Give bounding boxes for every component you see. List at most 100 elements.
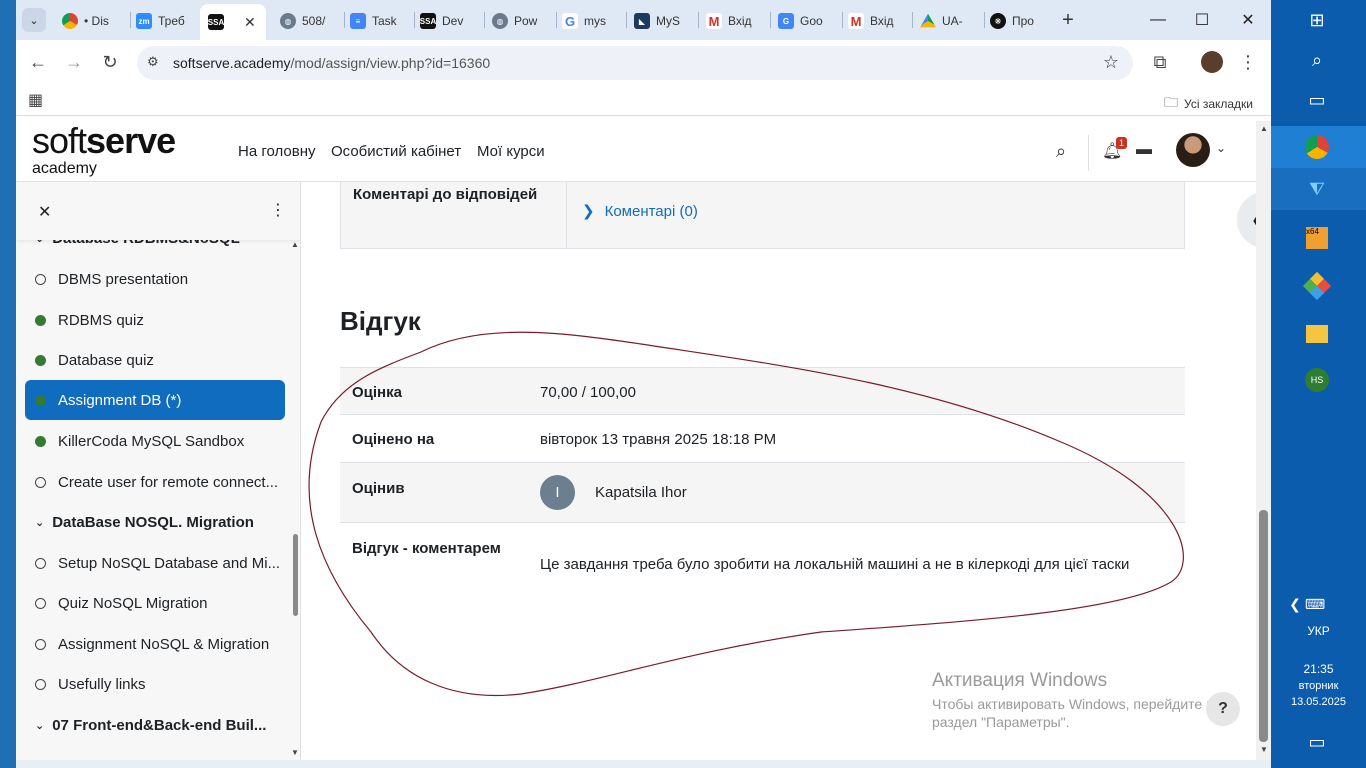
apps-grid-icon[interactable]: ▦ bbox=[28, 90, 43, 110]
complete-dot-icon bbox=[35, 394, 46, 406]
menu-icon[interactable]: ⋮ bbox=[1234, 48, 1262, 76]
tab-search-icon[interactable]: ⌄ bbox=[22, 8, 46, 32]
ssa-icon: SSA bbox=[208, 14, 224, 30]
feedback-comment-value: Це завдання треба було зробити на локаль… bbox=[540, 556, 1130, 573]
tab-14[interactable]: ❋ Про bbox=[990, 8, 1052, 34]
drawer-header: ✕ ⋮ bbox=[16, 182, 300, 240]
chevron-right-icon: ❯ bbox=[582, 203, 595, 220]
nav-dashboard[interactable]: Особистий кабінет bbox=[331, 143, 461, 160]
drawer-options-icon[interactable]: ⋮ bbox=[270, 200, 286, 220]
feedback-comment-row: Відгук - коментарем Це завдання треба бу… bbox=[340, 522, 1185, 582]
submission-comments-row: Коментарі до відповідей ❯ Коментарі (0) bbox=[340, 182, 1185, 249]
app-x64-icon[interactable]: x64 bbox=[1299, 222, 1335, 254]
graded-by-row: Оцінив I Kapatsila Ihor bbox=[340, 462, 1185, 523]
section-frontend-backend[interactable]: ⌄ 07 Front-end&Back-end Buil... bbox=[35, 717, 266, 734]
tab-2[interactable]: zm Треб bbox=[136, 8, 202, 34]
comments-link[interactable]: ❯ Коментарі (0) bbox=[582, 202, 698, 221]
grader-avatar[interactable]: I bbox=[540, 475, 575, 510]
gmail-icon: M bbox=[706, 13, 722, 29]
bookmark-star-icon[interactable]: ☆ bbox=[1103, 52, 1119, 73]
clock-date: 13.05.2025 bbox=[1290, 696, 1347, 708]
drawer-scroll-down-icon[interactable]: ▼ bbox=[291, 748, 299, 757]
chrome-icon bbox=[62, 13, 78, 29]
incomplete-dot-icon bbox=[35, 476, 46, 488]
tab-10[interactable]: M Вхід bbox=[706, 8, 768, 34]
activity-quiz-nosql[interactable]: Quiz NoSQL Migration bbox=[25, 583, 285, 623]
tab-7[interactable]: ◍ Pow bbox=[492, 8, 554, 34]
zoom-icon: zm bbox=[136, 13, 152, 29]
incomplete-dot-icon bbox=[35, 557, 46, 569]
user-avatar[interactable] bbox=[1176, 133, 1210, 167]
close-window-button[interactable]: ✕ bbox=[1228, 6, 1268, 34]
bookmarks-bar: ▦ 🗀 Усі закладки bbox=[16, 84, 1271, 116]
incomplete-dot-icon bbox=[35, 273, 46, 285]
minimize-button[interactable]: — bbox=[1138, 6, 1178, 34]
tab-active[interactable]: SSA ✕ bbox=[200, 4, 266, 40]
tab-8[interactable]: G mys bbox=[562, 8, 624, 34]
tab-12[interactable]: M Вхід bbox=[848, 8, 910, 34]
messages-icon[interactable]: ▬ bbox=[1136, 141, 1152, 159]
nav-my-courses[interactable]: Мої курси bbox=[477, 143, 545, 160]
google-icon: G bbox=[562, 13, 578, 29]
page-scrollbar-thumb[interactable] bbox=[1259, 510, 1268, 742]
tab-13[interactable]: UA- bbox=[920, 8, 982, 34]
drawer-scroll-up-icon[interactable]: ▲ bbox=[291, 240, 299, 249]
new-tab-button[interactable]: + bbox=[1056, 8, 1080, 32]
search-icon[interactable]: ⌕ bbox=[1056, 141, 1066, 162]
activity-database-quiz[interactable]: Database quiz bbox=[25, 340, 285, 380]
language-indicator[interactable]: УКР bbox=[1271, 624, 1366, 638]
tab-5[interactable]: ≡ Task bbox=[350, 8, 412, 34]
tab-4[interactable]: ◍ 508/ bbox=[280, 8, 342, 34]
address-bar[interactable]: ⚙ softserve.academy/mod/assign/view.php?… bbox=[137, 46, 1133, 80]
forward-button[interactable]: → bbox=[60, 48, 88, 76]
clock-time[interactable]: 21:35 bbox=[1271, 662, 1366, 676]
nav-home[interactable]: На головну bbox=[238, 143, 316, 160]
activity-assignment-db[interactable]: Assignment DB (*) bbox=[25, 380, 285, 420]
notification-center-icon[interactable]: ▭ bbox=[1299, 726, 1335, 758]
activity-usefully-links[interactable]: Usefully links bbox=[25, 664, 285, 704]
tab-11[interactable]: G Goo bbox=[778, 8, 840, 34]
grader-name[interactable]: Kapatsila Ihor bbox=[595, 484, 687, 501]
start-windows-icon[interactable]: ⊞ bbox=[1299, 4, 1335, 36]
back-button[interactable]: ← bbox=[24, 48, 52, 76]
maximize-button[interactable]: ☐ bbox=[1182, 6, 1222, 34]
git-app-icon[interactable] bbox=[1299, 270, 1335, 302]
user-menu-chevron-icon[interactable]: ⌄ bbox=[1216, 141, 1226, 155]
browser-toolbar: ← → ↻ ⚙ softserve.academy/mod/assign/vie… bbox=[16, 40, 1271, 84]
site-info-icon[interactable]: ⚙ bbox=[147, 54, 159, 70]
network-icon[interactable]: ⌨ bbox=[1297, 588, 1333, 620]
activity-rdbms-quiz[interactable]: RDBMS quiz bbox=[25, 300, 285, 340]
file-explorer-icon[interactable] bbox=[1299, 318, 1335, 350]
all-bookmarks[interactable]: 🗀 Усі закладки bbox=[1164, 92, 1253, 116]
activity-setup-nosql[interactable]: Setup NoSQL Database and Mi... bbox=[25, 543, 285, 583]
activity-killercoda[interactable]: KillerCoda MySQL Sandbox bbox=[25, 421, 285, 461]
close-icon[interactable]: ✕ bbox=[244, 14, 256, 31]
drawer-scrollbar[interactable] bbox=[293, 534, 298, 616]
clock-day: вторник bbox=[1298, 680, 1339, 692]
activity-assignment-nosql[interactable]: Assignment NoSQL & Migration bbox=[25, 624, 285, 664]
tab-1[interactable]: • Dis bbox=[62, 8, 128, 34]
help-button[interactable]: ? bbox=[1206, 692, 1240, 726]
activity-create-user[interactable]: Create user for remote connect... bbox=[25, 462, 285, 502]
search-icon[interactable]: ⌕ bbox=[1299, 44, 1335, 76]
section-nosql-migration[interactable]: ⌄ DataBase NOSQL. Migration bbox=[35, 514, 254, 531]
profile-avatar[interactable] bbox=[1198, 48, 1226, 76]
complete-dot-icon bbox=[35, 314, 46, 326]
close-drawer-icon[interactable]: ✕ bbox=[38, 202, 51, 222]
page-scroll-down-icon[interactable]: ▼ bbox=[1260, 745, 1268, 754]
tab-9[interactable]: ◣ MyS bbox=[634, 8, 696, 34]
vscode-app-icon[interactable]: ⧨ bbox=[1299, 173, 1335, 205]
extensions-icon[interactable]: ⧉ bbox=[1146, 48, 1174, 76]
course-index-drawer: ✕ ⋮ ⌄ Database RDBMS&NoSQL ▲ DBMS presen… bbox=[16, 182, 301, 760]
softserve-logo[interactable]: softserve academy bbox=[32, 123, 176, 177]
complete-dot-icon bbox=[35, 435, 46, 447]
activity-dbms-presentation[interactable]: DBMS presentation bbox=[25, 259, 285, 299]
chrome-app-icon[interactable] bbox=[1299, 131, 1335, 163]
drive-icon bbox=[920, 13, 936, 28]
reload-button[interactable]: ↻ bbox=[96, 48, 124, 76]
hs-app-icon[interactable]: HS bbox=[1299, 364, 1335, 396]
page-scroll-up-icon[interactable]: ▲ bbox=[1260, 124, 1268, 133]
incomplete-dot-icon bbox=[35, 638, 46, 650]
tab-6[interactable]: SSA Dev bbox=[420, 8, 482, 34]
task-view-icon[interactable]: ▭ bbox=[1299, 84, 1335, 116]
